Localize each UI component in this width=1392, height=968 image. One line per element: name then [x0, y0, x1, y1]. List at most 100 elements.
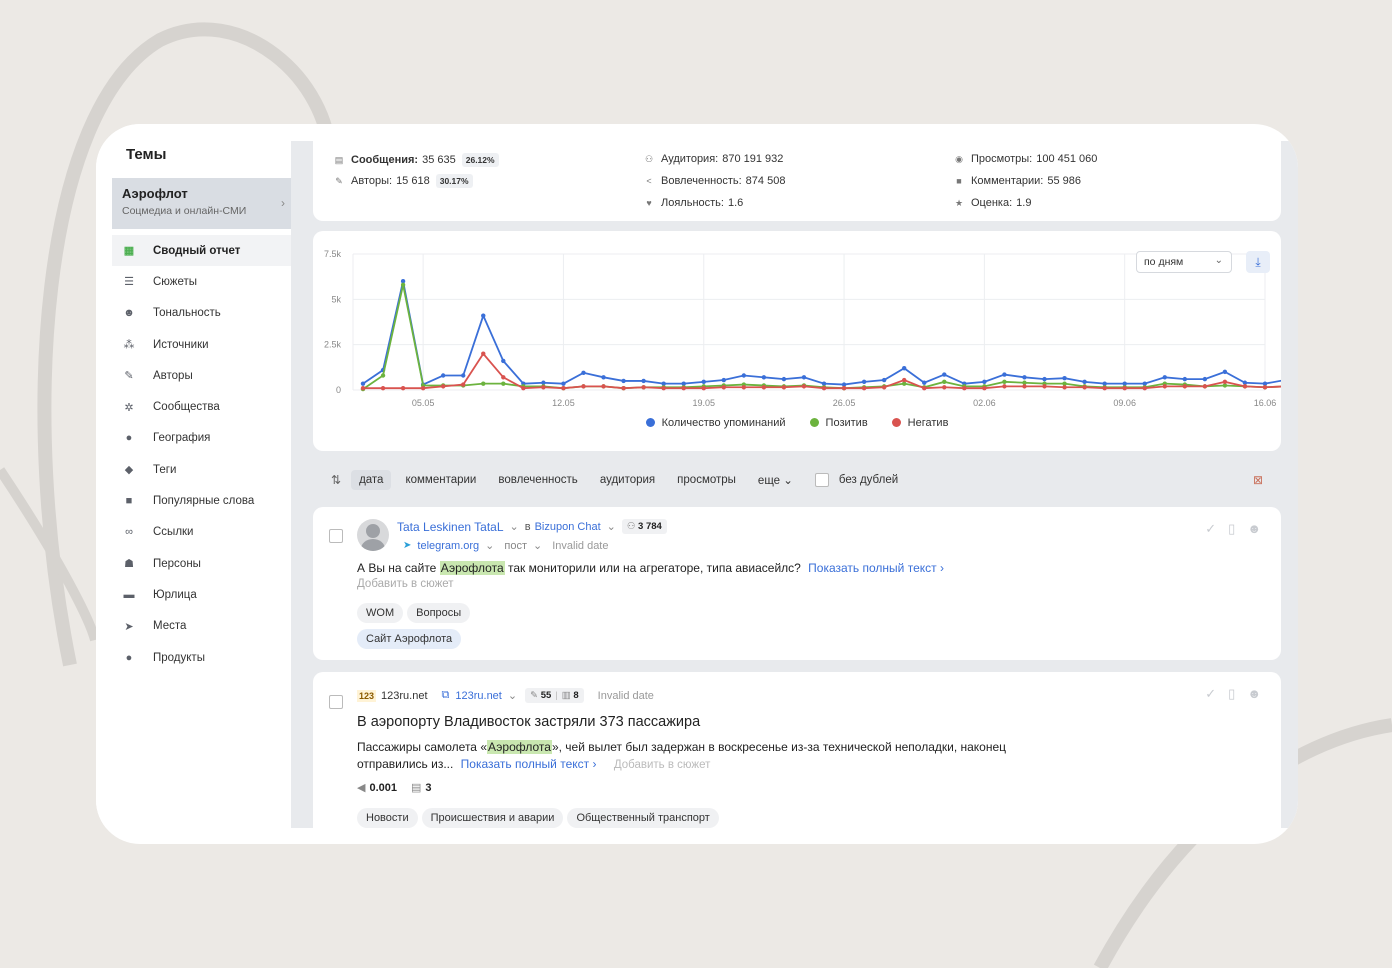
period-select[interactable]: по дням ⌄: [1136, 251, 1232, 273]
sidebar-item[interactable]: ◆ Теги: [112, 454, 291, 485]
chevron-down-icon[interactable]: ⌄: [607, 520, 616, 533]
bookmark-icon[interactable]: ▯: [1228, 521, 1235, 537]
person-icon: ☗: [124, 558, 134, 571]
tag[interactable]: Новости: [357, 808, 418, 828]
data-point: [1242, 384, 1248, 389]
chevron-down-icon[interactable]: ⌄: [485, 539, 494, 552]
post-title[interactable]: В аэропорту Владивосток застряли 373 пас…: [357, 714, 700, 730]
add-to-story-link[interactable]: Добавить в сюжет: [357, 578, 454, 590]
data-point: [360, 385, 366, 391]
chevron-down-icon[interactable]: ⌄: [510, 520, 519, 533]
sidebar-item[interactable]: ▦ Сводный отчет: [112, 235, 291, 267]
tag[interactable]: Вопросы: [407, 603, 471, 623]
external-link-icon[interactable]: ⧉: [442, 689, 450, 702]
check-icon[interactable]: ✓: [1205, 521, 1216, 537]
sidebar-menu: ▦ Сводный отчет ☰ Сюжеты ☻ Тональность ⁂ Источн…: [112, 235, 291, 673]
sidebar-item[interactable]: ⁂ Источники: [112, 329, 291, 360]
sidebar-item[interactable]: ▬ Юрлица: [112, 579, 291, 610]
data-point: [861, 379, 867, 385]
x-tick-label: 02.06: [973, 398, 996, 408]
site-link[interactable]: 123ru.net: [455, 690, 501, 702]
sidebar-item[interactable]: ✲ Сообщества: [112, 391, 291, 422]
y-tick-label: 5k: [331, 294, 341, 304]
list-icon: ☰: [124, 276, 134, 289]
sidebar-item[interactable]: ✎ Авторы: [112, 360, 291, 391]
data-point: [501, 358, 506, 364]
post-text-part: отправились из...: [357, 757, 454, 771]
author-link[interactable]: Tata Leskinen TataL: [397, 520, 504, 534]
data-point: [1162, 375, 1167, 380]
apple-icon: ●: [125, 651, 133, 664]
mentions-chart: 0 2.5k 5k 7.5k 05.05 12.05 19.05 26.05 02.06 09.0…: [313, 231, 1281, 451]
sidebar-item[interactable]: ■ Популярные слова: [112, 485, 291, 516]
post-text: А Вы на сайте Аэрофлота так мониторили и…: [357, 561, 944, 575]
sidebar-item[interactable]: ∞ Ссылки: [112, 517, 291, 548]
theme-selector[interactable]: Аэрофлот Соцмедиа и онлайн-СМИ ›: [112, 178, 291, 229]
legend-item[interactable]: Позитив: [809, 417, 868, 429]
data-point: [841, 385, 847, 391]
source-link[interactable]: Bizupon Chat: [535, 521, 601, 533]
sidebar-item[interactable]: ☰ Сюжеты: [112, 266, 291, 297]
sentiment-icon[interactable]: ☻: [1247, 686, 1261, 702]
stat-label: Просмотры:: [971, 153, 1033, 165]
data-point: [541, 385, 546, 390]
data-point: [902, 377, 907, 383]
sort-date[interactable]: дата: [351, 470, 392, 490]
data-point: [881, 377, 887, 383]
sidebar-item[interactable]: ● Продукты: [112, 642, 291, 673]
data-point: [1162, 384, 1167, 389]
sidebar-item[interactable]: ☻ Тональность: [112, 298, 291, 329]
sentiment-icon[interactable]: ☻: [1247, 521, 1261, 537]
tag[interactable]: Происшествия и аварии: [421, 808, 564, 828]
sidebar-item-label: Продукты: [153, 651, 205, 664]
reach-value: 55: [540, 690, 552, 701]
check-icon[interactable]: ✓: [1205, 686, 1216, 702]
post-checkbox[interactable]: [329, 695, 343, 709]
legend-item[interactable]: Негатив: [891, 417, 948, 429]
chevron-down-icon[interactable]: ⌄: [508, 689, 517, 702]
download-button[interactable]: ⤓: [1246, 251, 1270, 273]
post-text-part: А Вы на сайте: [357, 561, 440, 575]
clear-filter-icon[interactable]: ⊠: [1253, 473, 1263, 487]
story-tag[interactable]: Сайт Аэрофлота: [357, 629, 462, 649]
sort-audience[interactable]: аудитория: [600, 474, 655, 486]
theme-subtitle: Соцмедиа и онлайн-СМИ: [122, 205, 247, 217]
platform-link[interactable]: telegram.org: [417, 540, 479, 552]
data-point: [861, 385, 867, 391]
data-point: [360, 381, 366, 386]
legend-item[interactable]: Количество упоминаний: [645, 417, 786, 429]
sidebar-item-label: Источники: [153, 338, 209, 351]
bookmark-icon[interactable]: ▯: [1228, 686, 1235, 702]
post-checkbox[interactable]: [329, 529, 343, 543]
link-icon: ∞: [125, 526, 133, 539]
main-content: ▤ Сообщения: 35 635 26.12% ✎ Авторы: 15 …: [291, 141, 1298, 828]
star-icon: ★: [954, 197, 964, 208]
pen-icon: ✎: [335, 175, 343, 186]
sort-views[interactable]: просмотры: [677, 474, 736, 486]
data-point: [1122, 385, 1127, 391]
chevron-right-icon: ›: [281, 196, 285, 210]
legend-label: Позитив: [825, 417, 868, 429]
sort-engagement[interactable]: вовлеченность: [498, 474, 577, 486]
data-point: [1102, 385, 1107, 391]
sort-more[interactable]: еще ⌄: [758, 473, 793, 487]
nodup-checkbox[interactable]: [814, 473, 829, 487]
metric-value: 3: [425, 781, 432, 794]
post-actions: ✓ ▯ ☻: [1205, 521, 1261, 537]
tag[interactable]: WOM: [357, 603, 404, 623]
sort-comments[interactable]: комментарии: [405, 474, 476, 486]
sidebar-item[interactable]: ● География: [112, 423, 291, 454]
divider: |: [555, 690, 558, 701]
sort-icon[interactable]: ⇅: [331, 473, 341, 487]
tag[interactable]: Общественный транспорт: [567, 808, 719, 828]
add-to-story-link[interactable]: Добавить в сюжет: [614, 759, 711, 771]
data-point: [440, 373, 446, 378]
chevron-down-icon[interactable]: ⌄: [533, 539, 542, 552]
data-point: [420, 385, 426, 391]
post-actions: ✓ ▯ ☻: [1205, 686, 1261, 702]
sidebar-item[interactable]: ➤ Места: [112, 611, 291, 642]
show-full-text-link[interactable]: Показать полный текст ›: [461, 757, 597, 771]
sidebar-item[interactable]: ☗ Персоны: [112, 548, 291, 579]
stat-messages: ▤ Сообщения: 35 635 26.12%: [333, 153, 499, 167]
show-full-text-link[interactable]: Показать полный текст ›: [808, 561, 944, 575]
